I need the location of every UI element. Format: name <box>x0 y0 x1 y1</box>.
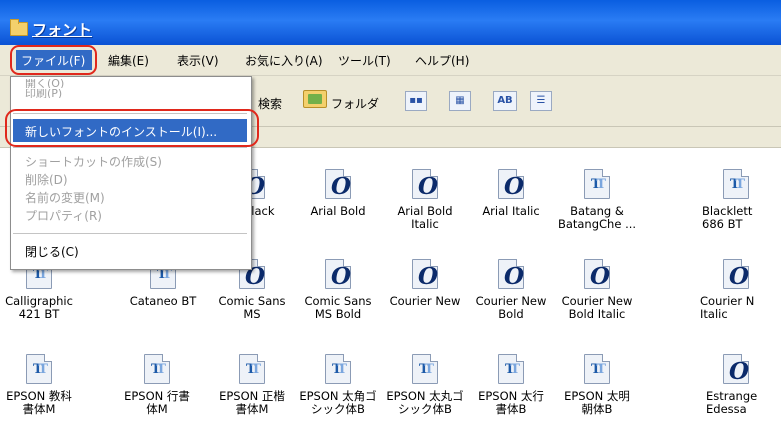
font-item[interactable]: O Arial Bold <box>291 168 385 218</box>
menu-open-partial[interactable]: 開く(O) <box>25 79 64 88</box>
menu-view[interactable]: 表示(V) <box>177 52 219 69</box>
menu-delete[interactable]: 削除(D) <box>25 171 68 188</box>
menu-edit[interactable]: 編集(E) <box>108 52 149 69</box>
font-item[interactable]: O Courier New Bold <box>464 258 558 321</box>
menu-close[interactable]: 閉じる(C) <box>25 243 79 260</box>
install-callout <box>5 109 259 147</box>
opentype-icon: O <box>498 259 524 290</box>
opentype-icon: O <box>498 169 524 200</box>
menu-properties[interactable]: プロパティ(R) <box>25 207 102 224</box>
opentype-icon: O <box>412 259 438 290</box>
title-bar: フォント <box>0 0 781 45</box>
menu-help[interactable]: ヘルプ(H) <box>415 52 469 69</box>
font-item[interactable]: TT EPSON 太丸ゴ シック体B <box>378 353 472 416</box>
font-item[interactable]: TT EPSON 行書 体M <box>110 353 204 416</box>
truetype-icon: TT <box>498 354 524 384</box>
font-item[interactable]: O Courier New Bold Italic <box>550 258 644 321</box>
menu-favorites[interactable]: お気に入り(A) <box>245 52 323 69</box>
menu-separator <box>13 147 247 148</box>
truetype-icon: TT <box>584 354 610 384</box>
font-item[interactable]: TT EPSON 太角ゴ シック体B <box>291 353 385 416</box>
opentype-icon: O <box>325 259 351 290</box>
truetype-icon: TT <box>239 354 265 384</box>
opentype-icon: O <box>723 259 749 290</box>
file-menu-dropdown: 開く(O) 印刷(P) 新しいフォントのインストール(I)... ショートカット… <box>10 76 252 270</box>
menu-create-shortcut[interactable]: ショートカットの作成(S) <box>25 153 162 170</box>
font-item[interactable]: TT Batang & BatangChe ... <box>550 168 644 231</box>
search-button[interactable]: 検索 <box>258 95 282 112</box>
font-item[interactable]: O Courier New <box>378 258 472 308</box>
font-item[interactable]: O Comic Sans MS Bold <box>291 258 385 321</box>
font-item[interactable]: TT EPSON 教科 書体M <box>0 353 86 416</box>
menu-separator <box>13 233 247 234</box>
menu-tools[interactable]: ツール(T) <box>338 52 391 69</box>
font-item[interactable]: TT EPSON 太明 朝体B <box>550 353 644 416</box>
view-ab-icon[interactable]: AB <box>493 91 517 111</box>
opentype-icon: O <box>412 169 438 200</box>
file-menu-callout <box>10 45 97 75</box>
opentype-icon: O <box>723 354 749 385</box>
view-details-icon[interactable]: ☰ <box>530 91 552 111</box>
opentype-icon: O <box>584 259 610 290</box>
opentype-icon: O <box>325 169 351 200</box>
view-list-icon[interactable]: ▪▪ <box>405 91 427 111</box>
folder-icon <box>10 19 28 36</box>
truetype-icon: TT <box>412 354 438 384</box>
folders-icon[interactable] <box>303 90 327 108</box>
font-item[interactable]: TT Blacklett 686 BT <box>696 168 781 231</box>
font-item[interactable]: TT EPSON 太行 書体B <box>464 353 558 416</box>
truetype-icon: TT <box>584 169 610 199</box>
folders-button[interactable]: フォルダ <box>331 95 379 112</box>
menu-print-partial[interactable]: 印刷(P) <box>25 89 62 98</box>
font-item[interactable]: TT EPSON 正楷 書体M <box>205 353 299 416</box>
font-item[interactable]: O Arial Bold Italic <box>378 168 472 231</box>
truetype-icon: TT <box>325 354 351 384</box>
font-item[interactable]: O Courier N Italic <box>696 258 781 321</box>
truetype-icon: TT <box>144 354 170 384</box>
menu-rename[interactable]: 名前の変更(M) <box>25 189 105 206</box>
truetype-icon: TT <box>26 354 52 384</box>
font-item[interactable]: O Estrange Edessa <box>696 353 781 416</box>
window-title: フォント <box>32 21 93 39</box>
truetype-icon: TT <box>723 169 749 199</box>
font-item[interactable]: O Arial Italic <box>464 168 558 218</box>
view-small-icons-icon[interactable]: ▦ <box>449 91 471 111</box>
